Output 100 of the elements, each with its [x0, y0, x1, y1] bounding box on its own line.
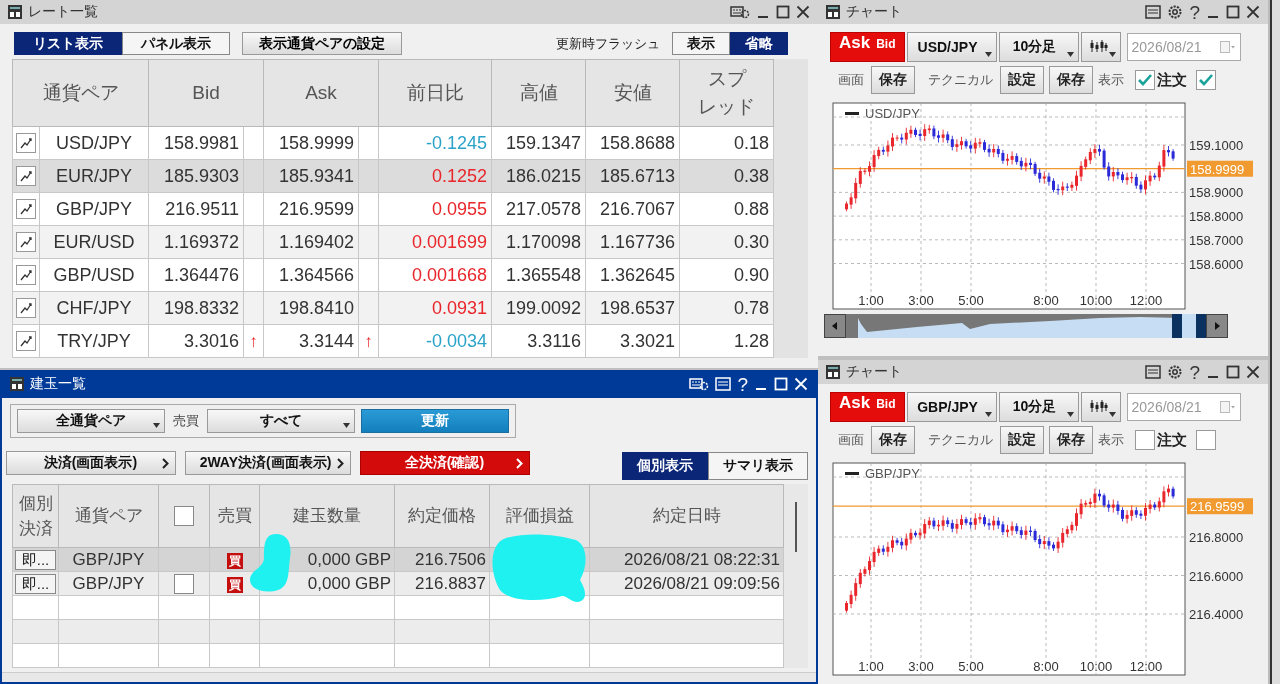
pair-filter-dropdown[interactable]: 全通貨ペア [17, 409, 165, 433]
current-price-label: 216.9599 [1187, 498, 1253, 515]
column-header: 高値 [518, 80, 559, 105]
column-header: 個別 [17, 492, 54, 515]
help-icon[interactable]: ? [737, 374, 748, 394]
pair-settings-button[interactable]: 表示通貨ペアの設定 [242, 32, 402, 55]
time-cell: 2026/08/21 08:22:31 [624, 549, 780, 569]
pair-cell: TRY/JPY [57, 330, 131, 351]
low-cell: 158.8688 [599, 132, 675, 153]
rate-row[interactable]: GBP/USD 1.364476 1.364566 0.001668 1.365548 1.362645 0.90 [12, 258, 774, 292]
current-price-label: 158.9999 [1187, 160, 1253, 177]
rate-row[interactable]: CHF/JPY 198.8332 198.8410 0.0931 199.0092 198.6537 0.78 [12, 291, 774, 325]
price-side-toggle[interactable]: Ask Bid [830, 392, 905, 422]
pair-cell: GBP/USD [53, 264, 135, 285]
rate-row[interactable]: EUR/USD 1.169372 1.169402 0.001699 1.170098 1.167736 0.30 [12, 225, 774, 259]
display-option-label: 注文 [1157, 430, 1187, 450]
low-cell: 216.7067 [599, 198, 675, 219]
flash-option[interactable]: 省略 [730, 32, 788, 55]
window-title: チャート [846, 363, 902, 381]
spread-cell: 0.90 [733, 264, 769, 285]
price-side-toggle[interactable]: Ask Bid [830, 32, 905, 62]
save-button[interactable]: 保存 [1049, 426, 1093, 454]
view-tab[interactable]: パネル表示 [122, 32, 230, 55]
settle-button[interactable]: 全決済(確認) [360, 451, 530, 475]
screen-label: 画面 [838, 431, 864, 449]
technical-settings-button[interactable]: 設定 [1000, 426, 1044, 454]
high-cell: 159.1347 [505, 132, 581, 153]
settle-button[interactable]: 決済(画面表示) [6, 451, 176, 475]
x-tick-label: 8:00 [1033, 293, 1059, 308]
column-header: スプ [706, 66, 748, 91]
change-cell: -0.1245 [425, 132, 487, 153]
low-cell: 1.167736 [599, 231, 675, 252]
spread-cell: 0.88 [733, 198, 769, 219]
high-cell: 1.365548 [505, 264, 581, 285]
y-tick-label: 216.4000 [1189, 607, 1244, 622]
ask-cell: 185.9341 [278, 165, 354, 186]
view-tab[interactable]: 個別表示 [622, 452, 708, 480]
pair-dropdown[interactable]: GBP/JPY [906, 392, 997, 422]
rate-row[interactable]: USD/JPY 158.9981 158.9999 -0.1245 159.1347 158.8688 0.18 [12, 126, 774, 160]
pair-cell: GBP/JPY [72, 573, 145, 593]
save-button[interactable]: 保存 [1049, 66, 1093, 94]
low-cell: 198.6537 [599, 297, 675, 318]
save-button[interactable]: 保存 [871, 426, 915, 454]
low-cell: 185.6713 [599, 165, 675, 186]
settle-button[interactable]: 2WAY決済(画面表示) [185, 451, 351, 475]
pair-cell: GBP/JPY [56, 198, 132, 219]
bid-cell: 1.169372 [163, 231, 239, 252]
help-icon[interactable]: ? [1189, 2, 1200, 22]
technical-label: テクニカル [928, 431, 993, 449]
timeframe-dropdown[interactable]: 10分足 [998, 32, 1079, 62]
x-tick-label: 12:00 [1129, 659, 1163, 674]
high-cell: 199.0092 [505, 297, 581, 318]
spread-cell: 0.18 [733, 132, 769, 153]
display-label: 表示 [1098, 431, 1124, 449]
rate-row[interactable]: TRY/JPY 3.3016 ↑ 3.3144 ↑ -0.0034 3.3116 3.3021 1.28 [12, 324, 774, 358]
quantity-cell: 0,000 GBP [307, 573, 391, 593]
column-header: 安値 [612, 80, 653, 105]
refresh-button[interactable]: 更新 [361, 409, 509, 433]
screen-label: 画面 [838, 71, 864, 89]
flash-arrow: ↑ [364, 331, 373, 351]
y-tick-label: 158.6000 [1189, 256, 1244, 272]
quick-settle-button[interactable]: 即... [15, 549, 56, 570]
timeframe-dropdown[interactable]: 10分足 [998, 392, 1079, 422]
rate-row[interactable]: GBP/JPY 216.9511 216.9599 0.0955 217.0578 216.7067 0.88 [12, 192, 774, 226]
time-cell: 2026/08/21 09:09:56 [624, 573, 780, 593]
side-filter-dropdown[interactable]: すべて [207, 409, 355, 433]
x-tick-label: 1:00 [858, 293, 884, 308]
rate-row[interactable]: EUR/JPY 185.9303 185.9341 0.1252 186.0215 185.6713 0.38 [12, 159, 774, 193]
column-header: 約定価格 [407, 505, 477, 528]
x-tick-label: 1:00 [858, 659, 884, 674]
technical-settings-button[interactable]: 設定 [1000, 66, 1044, 94]
save-button[interactable]: 保存 [871, 66, 915, 94]
column-header: 建玉数量 [292, 505, 362, 528]
ask-cell: 1.169402 [278, 231, 354, 252]
help-icon[interactable]: ? [1189, 362, 1200, 382]
column-header: 通貨ペア [42, 82, 119, 103]
high-cell: 186.0215 [505, 165, 581, 186]
display-option-label: 注文 [1157, 70, 1187, 90]
flash-option[interactable]: 表示 [672, 32, 730, 55]
view-tab[interactable]: リスト表示 [14, 32, 122, 55]
x-tick-label: 5:00 [958, 293, 984, 308]
quantity-cell: 0,000 GBP [307, 549, 391, 569]
quick-settle-button[interactable]: 即... [15, 573, 56, 594]
ask-cell: 3.3144 [298, 330, 354, 351]
pair-cell: USD/JPY [56, 132, 132, 153]
bid-cell: 1.364476 [163, 264, 239, 285]
price-cell: 216.7506 [415, 549, 486, 569]
x-tick-label: 8:00 [1033, 659, 1059, 674]
buy-badge: 買 [226, 576, 243, 593]
pair-dropdown[interactable]: USD/JPY [906, 32, 997, 62]
change-cell: 0.001699 [411, 231, 487, 252]
flash-arrow: ↑ [249, 331, 258, 351]
column-header: 前日比 [405, 80, 465, 105]
y-tick-label: 216.6000 [1189, 568, 1244, 584]
spread-cell: 1.28 [733, 330, 769, 351]
y-tick-label: 158.8000 [1189, 209, 1244, 225]
change-cell: 0.1252 [431, 165, 487, 186]
view-tab[interactable]: サマリ表示 [708, 452, 808, 480]
change-cell: 0.0931 [431, 297, 487, 318]
ask-cell: 158.9999 [278, 132, 354, 153]
